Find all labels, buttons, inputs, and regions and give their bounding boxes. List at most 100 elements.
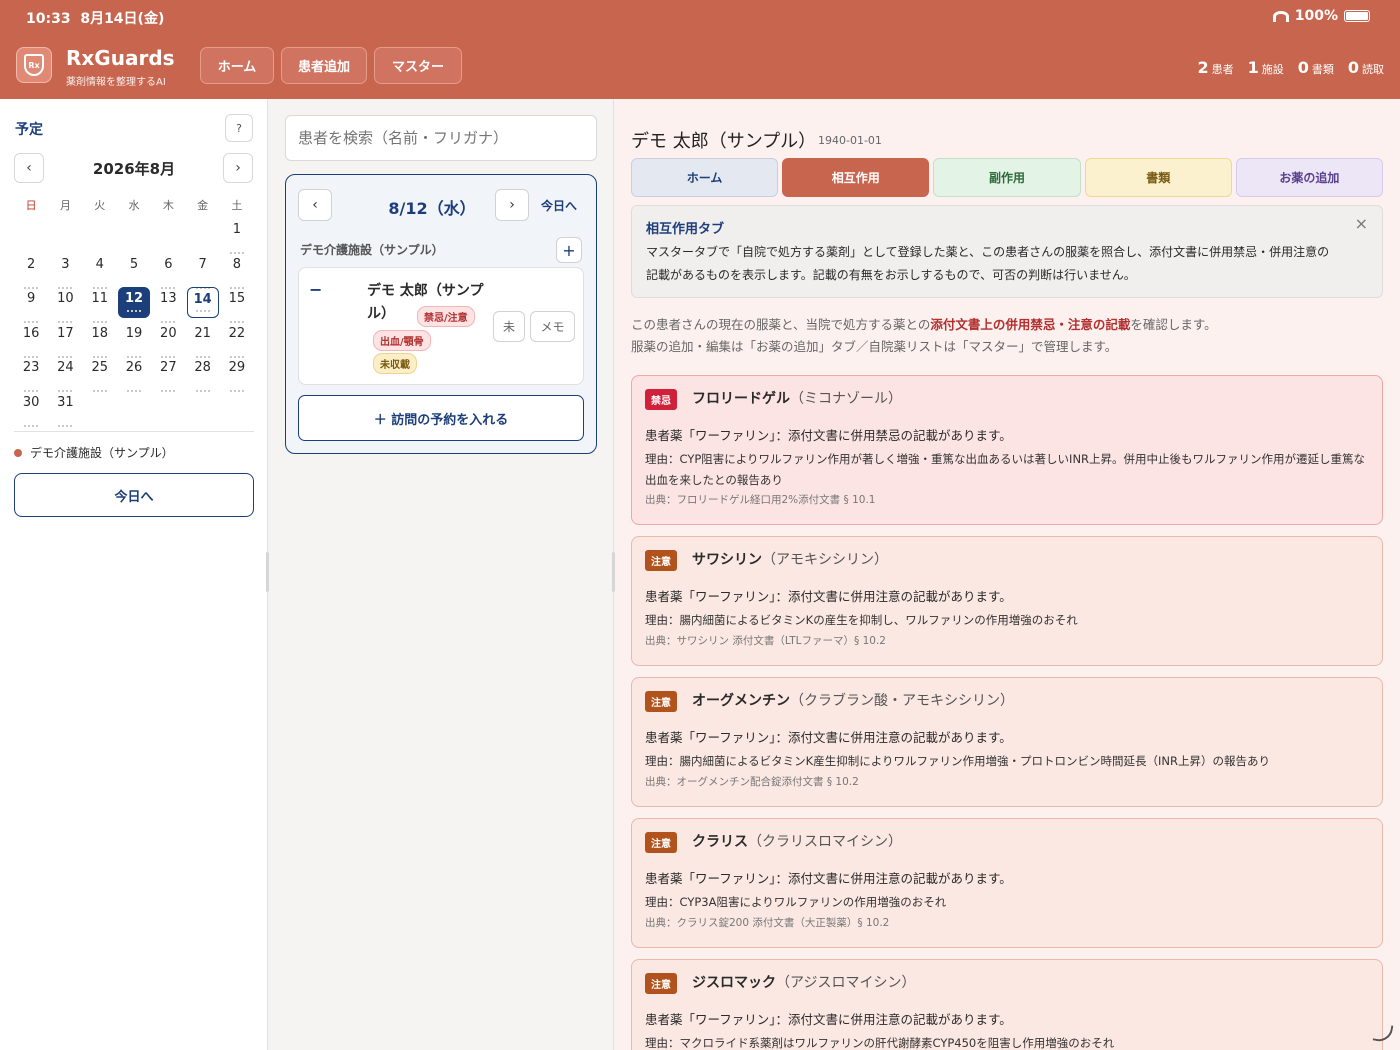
calendar-day-number: 10 [57, 291, 74, 306]
calendar-day-10[interactable]: 10 [48, 287, 82, 323]
calendar-weekday: 月 [59, 199, 71, 212]
patient-drug-note: 患者薬「ワーファリン」：添付文書に併用注意の記載があります。 [645, 589, 1012, 604]
calendar-day-19[interactable]: 19 [117, 322, 151, 358]
calendar-day-15[interactable]: 15 [220, 287, 254, 323]
patient-drug-note: 患者薬「ワーファリン」：添付文書に併用禁忌の記載があります。 [645, 428, 1012, 443]
calendar-day-22[interactable]: 22 [220, 322, 254, 358]
calendar-today-button[interactable]: 今日へ [14, 473, 254, 517]
info-text: マスタータブで「自院で処方する薬剤」として登録した薬と、この患者さんの服薬を照合… [646, 245, 1330, 282]
calendar-next-button[interactable]: › [223, 153, 253, 183]
calendar-day-20[interactable]: 20 [151, 322, 185, 358]
calendar-day-11[interactable]: 11 [83, 287, 117, 323]
header-stats: 2 患者 1 施設 0 書類 0 読取 [1197, 58, 1384, 77]
calendar-day-number: 15 [228, 291, 246, 306]
add-visit-plus-button[interactable]: + [556, 237, 582, 263]
shield-icon: Rx [24, 54, 44, 76]
interaction-source: 出典：フロリードゲル経口用2%添付文書 § 10.1 [645, 494, 876, 506]
calendar-day-number: 23 [22, 360, 40, 375]
calendar-day-7[interactable]: 7 [185, 253, 219, 289]
facility-dot-icon [14, 448, 22, 457]
patient-birthdate: 1940-01-01 [818, 134, 882, 147]
calendar-day-5[interactable]: 5 [117, 253, 151, 289]
patient-tabs: ホーム 相互作用 副作用 書類 お薬の追加 [631, 158, 1384, 197]
wifi-icon [1272, 10, 1289, 22]
calendar-day-14[interactable]: 14 [185, 287, 219, 322]
calendar-day-26[interactable]: 26 [117, 356, 151, 392]
help-icon[interactable]: ? [225, 114, 253, 142]
calendar-day-25[interactable]: 25 [83, 356, 117, 392]
interaction-source: 出典：サワシリン 添付文書（LTLファーマ）§ 10.2 [645, 635, 886, 647]
calendar-day-30[interactable]: 30 [14, 391, 48, 427]
interaction-intro: この患者さんの現在の服薬と、当院で処方する薬との添付文書上の併用禁忌・注意の記載… [631, 317, 1217, 354]
day-prev-button[interactable]: ‹ [298, 189, 332, 221]
calendar-day-number: 16 [22, 325, 40, 341]
day-today-link[interactable]: 今日へ [541, 197, 577, 214]
calendar-weekday: 日 [25, 199, 37, 212]
calendar-day-24[interactable]: 24 [48, 356, 82, 392]
close-icon[interactable]: × [1355, 214, 1368, 233]
calendar-day-4[interactable]: 4 [83, 253, 117, 289]
calendar-day-number: 22 [228, 325, 246, 341]
divider [14, 431, 254, 432]
tag-contraindication: 禁忌/注意 [417, 306, 475, 327]
calendar-day-2[interactable]: 2 [14, 253, 48, 289]
interaction-source: 出典：クラリス錠200 添付文書（大正製薬）§ 10.2 [645, 917, 890, 929]
patient-search-input[interactable] [285, 115, 597, 161]
interaction-drug: オーグメンチン（クラブラン酸・アモキシシリン） [692, 693, 1014, 709]
info-title: 相互作用タブ [646, 222, 725, 237]
calendar-day-18[interactable]: 18 [83, 322, 117, 358]
calendar-day-28[interactable]: 28 [185, 356, 219, 392]
interaction-reason: 理由：腸内細菌によるビタミンKの産生を抑制し、ワルファリンの作用増強のおそれ [645, 613, 1078, 627]
day-next-button[interactable]: › [495, 189, 529, 221]
calendar-day-12[interactable]: 12 [117, 287, 151, 322]
calendar-weekday: 水 [128, 199, 140, 212]
interaction-drug: ジスロマック（アジスロマイシン） [692, 975, 916, 991]
calendar-day-number: 12 [118, 287, 151, 318]
severity-badge: 注意 [645, 973, 677, 994]
tab-3[interactable]: 書類 [1084, 158, 1232, 197]
calendar-day-8[interactable]: 8 [220, 253, 254, 289]
patient-card[interactable]: − デモ 太郎（サンプル） 禁忌/注意 出血/顎骨 未収載 未 メモ [298, 267, 584, 385]
calendar-day-1[interactable]: 1 [220, 218, 254, 254]
nav-master-button[interactable]: マスター [374, 47, 462, 84]
nav-add-patient-button[interactable]: 患者追加 [281, 47, 367, 84]
calendar-day-29[interactable]: 29 [220, 356, 254, 392]
calendar-day-6[interactable]: 6 [151, 253, 185, 289]
memo-button[interactable]: メモ [530, 311, 575, 342]
calendar-day-23[interactable]: 23 [14, 356, 48, 392]
calendar-day-3[interactable]: 3 [48, 253, 82, 289]
collapse-icon[interactable]: − [309, 280, 322, 299]
interaction-card: 注意 サワシリン（アモキシシリン） 患者薬「ワーファリン」：添付文書に併用注意の記載… [631, 536, 1383, 666]
calendar-empty-cell [117, 218, 151, 253]
calendar-day-27[interactable]: 27 [151, 356, 185, 392]
tab-0[interactable]: ホーム [631, 158, 779, 197]
unread-button[interactable]: 未 [493, 311, 525, 342]
calendar-day-21[interactable]: 21 [185, 322, 219, 358]
calendar-empty-cell [185, 218, 219, 253]
calendar-day-13[interactable]: 13 [151, 287, 185, 323]
facility-legend-label: デモ介護施設（サンプル） [30, 446, 174, 460]
calendar-prev-button[interactable]: ‹ [14, 153, 44, 183]
calendar-day-17[interactable]: 17 [48, 322, 82, 358]
interaction-drug: サワシリン（アモキシシリン） [692, 552, 888, 568]
calendar-day-number: 3 [61, 256, 70, 272]
tab-2[interactable]: 副作用 [933, 158, 1081, 197]
calendar-day-31[interactable]: 31 [48, 391, 82, 427]
nav-home-button[interactable]: ホーム [200, 47, 274, 84]
calendar-month: 2026年8月 [92, 160, 176, 178]
calendar-day-marker [127, 310, 142, 312]
interaction-card: 注意 ジスロマック（アジスロマイシン） 患者薬「ワーファリン」：添付文書に併用注意の… [631, 959, 1383, 1050]
info-box: 相互作用タブ マスタータブで「自院で処方する薬剤」として登録した薬と、この患者さ… [631, 205, 1383, 298]
tab-1[interactable]: 相互作用 [782, 158, 930, 197]
calendar-day-16[interactable]: 16 [14, 322, 48, 358]
status-indicators: 100% [1272, 8, 1370, 24]
facility-name: デモ介護施設（サンプル） [300, 243, 444, 257]
tab-4[interactable]: お薬の追加 [1235, 158, 1384, 197]
calendar-day-number: 4 [95, 256, 104, 272]
calendar-day-number: 8 [232, 256, 242, 272]
calendar-day-marker [24, 424, 39, 427]
calendar-empty-cell [14, 218, 48, 253]
calendar-day-9[interactable]: 9 [14, 287, 48, 323]
interaction-drug: フロリードゲル（ミコナゾール） [692, 391, 902, 407]
book-visit-button[interactable]: ＋ 訪問の予約を入れる [298, 395, 584, 441]
